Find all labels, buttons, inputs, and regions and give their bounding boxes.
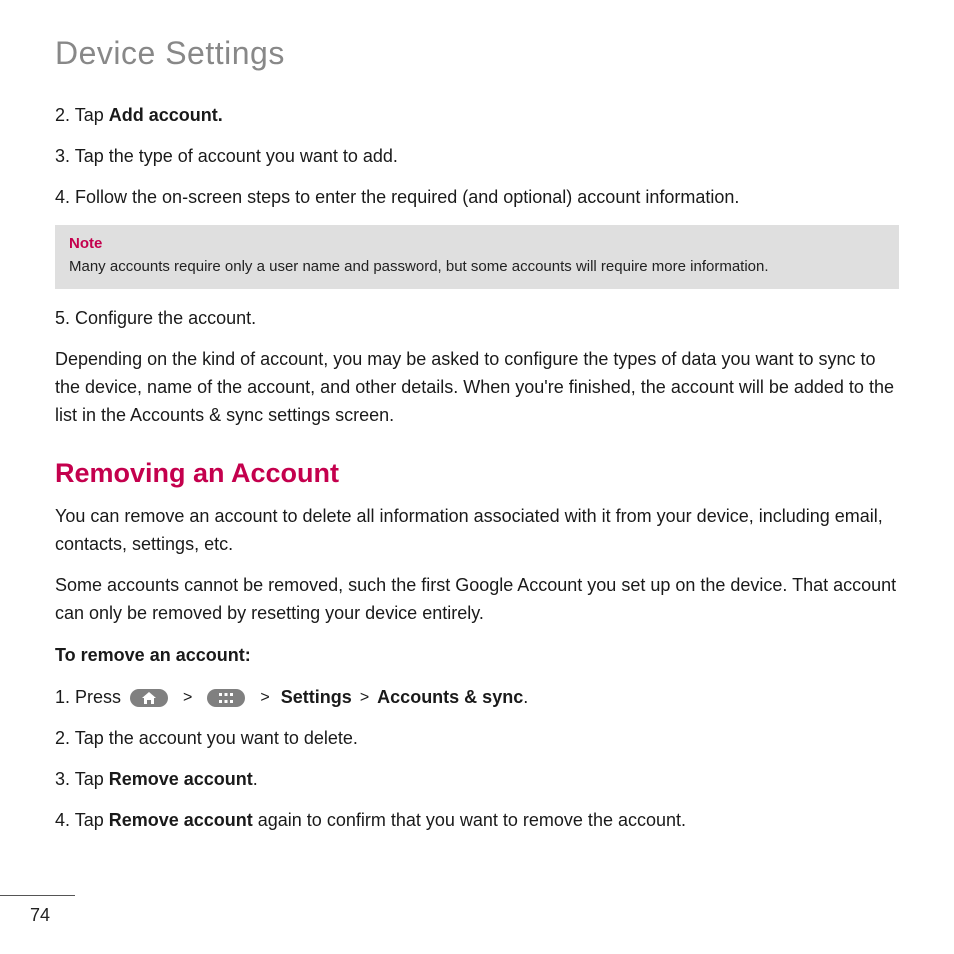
- remove-step-4-prefix: 4. Tap: [55, 810, 109, 830]
- step-2-bold: Add account.: [109, 105, 223, 125]
- remove-step-3: 3. Tap Remove account.: [55, 766, 899, 793]
- remove-step-4: 4. Tap Remove account again to confirm t…: [55, 807, 899, 834]
- note-box: Note Many accounts require only a user n…: [55, 225, 899, 289]
- remove-step-4-rest: again to confirm that you want to remove…: [253, 810, 686, 830]
- remove-subhead: To remove an account:: [55, 642, 899, 670]
- note-text: Many accounts require only a user name a…: [69, 256, 885, 277]
- home-key-icon: [130, 689, 168, 707]
- remove-subhead-bold: To remove an account:: [55, 645, 251, 665]
- configure-paragraph: Depending on the kind of account, you ma…: [55, 346, 899, 430]
- remove-step-3-bold: Remove account: [109, 769, 253, 789]
- separator-3: >: [360, 689, 369, 706]
- removing-para1: You can remove an account to delete all …: [55, 503, 899, 559]
- note-label: Note: [69, 235, 885, 252]
- accounts-sync-label: Accounts & sync: [377, 687, 523, 707]
- remove-step-1-period: .: [523, 687, 528, 707]
- step-2-prefix: 2. Tap: [55, 105, 109, 125]
- remove-step-1: 1. Press > > Settings > Accounts & sync.: [55, 684, 899, 711]
- separator-2: >: [260, 689, 269, 706]
- step-5: 5. Configure the account.: [55, 305, 899, 332]
- step-2: 2. Tap Add account.: [55, 102, 899, 129]
- remove-step-2: 2. Tap the account you want to delete.: [55, 725, 899, 752]
- page-number: 74: [30, 905, 50, 926]
- remove-step-1-prefix: 1. Press: [55, 687, 126, 707]
- remove-step-4-bold: Remove account: [109, 810, 253, 830]
- step-3: 3. Tap the type of account you want to a…: [55, 143, 899, 170]
- removing-heading: Removing an Account: [55, 458, 899, 489]
- settings-label: Settings: [281, 687, 352, 707]
- removing-para2: Some accounts cannot be removed, such th…: [55, 572, 899, 628]
- remove-step-3-period: .: [253, 769, 258, 789]
- remove-step-3-prefix: 3. Tap: [55, 769, 109, 789]
- document-page: Device Settings 2. Tap Add account. 3. T…: [0, 0, 954, 834]
- apps-key-icon: [207, 689, 245, 707]
- step-4: 4. Follow the on-screen steps to enter t…: [55, 184, 899, 211]
- page-title: Device Settings: [55, 35, 899, 72]
- separator-1: >: [183, 689, 192, 706]
